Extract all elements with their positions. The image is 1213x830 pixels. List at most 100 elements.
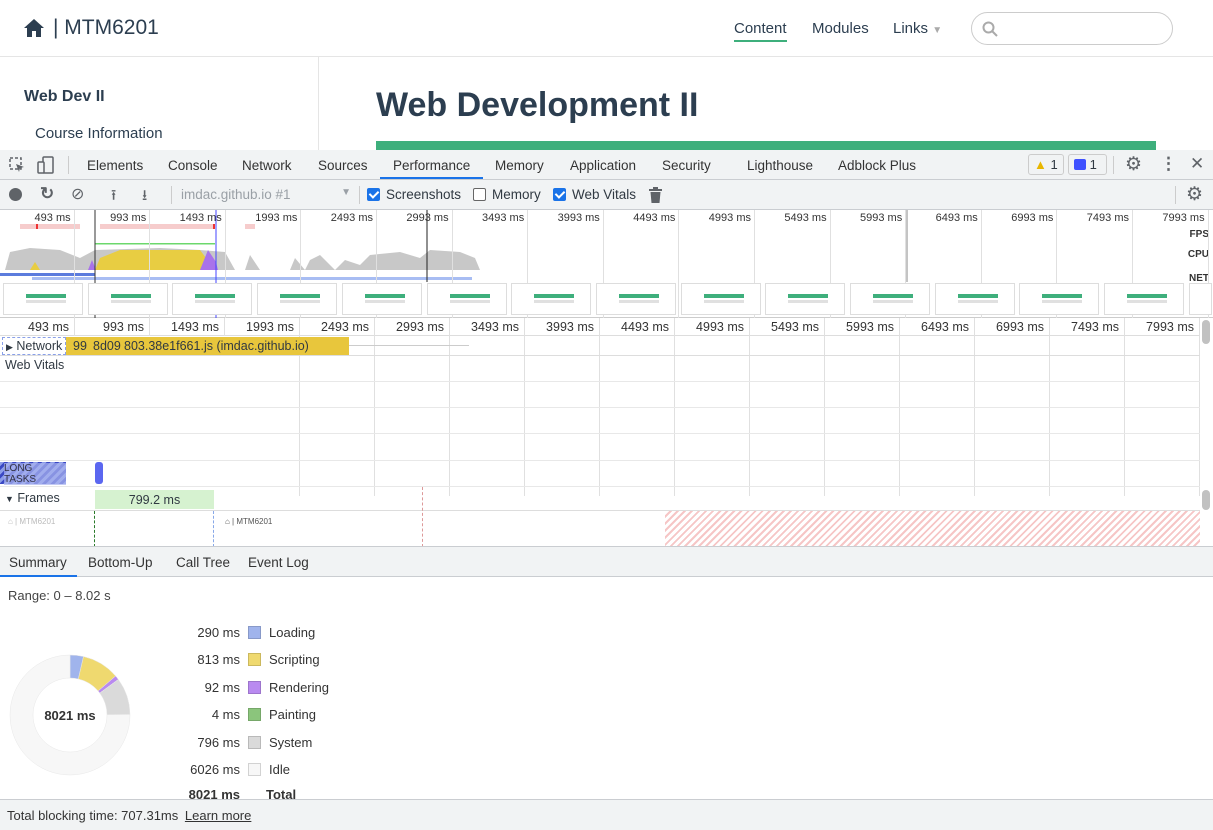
marker-line [422,487,423,547]
tab-security[interactable]: Security [662,158,711,173]
summary-value: 290 ms [197,624,240,640]
screenshot-thumbnail[interactable] [341,283,422,315]
nav-modules[interactable]: Modules [812,20,869,37]
frames-track-toggle[interactable]: ▼ Frames [5,491,60,505]
dropped-frames-area [665,511,1200,547]
settings-gear-icon[interactable]: ⚙ [1125,153,1142,176]
more-options-icon[interactable]: ⋮ [1160,154,1177,174]
device-toolbar-icon[interactable] [37,156,55,174]
ruler-tick-label: 6993 ms [996,320,1044,334]
tab-performance[interactable]: Performance [393,158,470,173]
screenshot-thumbnail[interactable] [511,283,592,315]
thumb-bar [364,294,405,298]
screenshot-thumbnail[interactable] [1019,283,1100,315]
summary-label: System [269,734,313,750]
flamechart-scrollbar[interactable] [1202,320,1210,344]
network-track-toggle[interactable]: ▶ Network [2,337,67,355]
details-tab-summary[interactable]: Summary [9,555,67,570]
screenshots-label: Screenshots [386,187,462,202]
screenshot-thumbnail[interactable] [87,283,168,315]
record-icon[interactable] [9,188,22,201]
screenshot-thumbnail[interactable] [595,283,676,315]
screenshot-thumbnail[interactable] [1104,283,1185,315]
network-track[interactable]: ▶ Network 99 8d09 803.38e1f661.js (imdac… [0,336,1200,356]
memory-checkbox[interactable]: Memory [473,187,541,202]
frames-track-label: Frames [17,491,60,505]
summary-legend-item: 4 ms Painting [0,705,316,725]
frame-thumb-text: ⌂ | MTM6201 [8,517,56,526]
nav-content[interactable]: Content [734,20,787,42]
download-icon[interactable]: ⭳ [142,185,147,210]
summary-legend-item: 92 ms Rendering [0,677,329,697]
screenshot-thumbnail[interactable] [680,283,761,315]
legend-swatch [248,680,261,694]
ruler-tick-label: 993 ms [103,320,144,334]
screenshot-thumbnail[interactable] [257,283,338,315]
web-vitals-checkbox[interactable]: Web Vitals [553,187,636,202]
tab-sources[interactable]: Sources [318,158,368,173]
thumb-bar [534,294,575,298]
thumb-bar [618,294,659,298]
screenshot-thumbnail[interactable] [850,283,930,315]
net-bar [32,277,472,280]
summary-total-value: 8021 ms [188,787,240,799]
ruler-tick-label: 1993 ms [246,320,294,334]
thumb-line [618,300,659,303]
details-tab-call-tree[interactable]: Call Tree [176,555,230,570]
overview-tick-label: 4493 ms [633,212,676,224]
nav-links[interactable]: Links ▼ [893,20,942,37]
search-input[interactable] [971,12,1173,45]
frames-scrollbar[interactable] [1202,490,1210,510]
screenshots-checkbox[interactable]: Screenshots [367,187,461,202]
divider [171,186,172,204]
clear-icon[interactable]: ⊘ [71,184,84,204]
long-tasks-bar[interactable]: LONG TASKS [0,462,66,485]
marker-line [213,511,214,547]
capture-settings-gear-icon[interactable]: ⚙ [1186,183,1203,206]
screenshot-thumbnail[interactable] [426,283,507,315]
timeline-overview[interactable]: FPS CPU NET 493 ms 993 ms 1493 ms 1993 ms 24… [0,210,1213,318]
details-tab-event-log[interactable]: Event Log [248,555,309,570]
tab-memory[interactable]: Memory [495,158,544,173]
dropdown-arrow-icon: ▼ [341,187,351,198]
long-task-marker[interactable] [95,462,103,484]
summary-label: Painting [269,707,316,722]
details-tab-bottom-up[interactable]: Bottom-Up [88,555,153,570]
screenshot-thumbnail[interactable] [934,283,1015,315]
reload-icon[interactable]: ↻ [40,184,54,204]
brand[interactable]: | MTM6201 [23,16,159,40]
sidebar-heading[interactable]: Web Dev II [24,88,105,106]
overview-tick-label: 3493 ms [482,212,525,224]
messages-badge[interactable]: 1 [1068,154,1107,175]
screenshot-thumbnail[interactable] [1188,283,1212,315]
tab-application[interactable]: Application [570,158,636,173]
tab-network[interactable]: Network [242,158,292,173]
thumb-line [280,300,321,303]
screenshot-thumbnail[interactable] [3,283,83,315]
summary-value: 813 ms [197,652,240,667]
screenshot-thumbnail[interactable] [765,283,846,315]
row-divider [0,433,1200,434]
collapse-triangle-icon: ▼ [5,494,14,504]
target-select[interactable]: imdac.github.io #1 ▼ [181,187,351,202]
inspect-element-icon[interactable] [9,157,25,173]
upload-icon[interactable]: ⭱ [111,185,116,210]
summary-legend-item: 813 ms Scripting [0,650,319,670]
frame-bar[interactable]: 799.2 ms [95,490,214,509]
learn-more-link[interactable]: Learn more [185,808,251,823]
tab-elements[interactable]: Elements [87,158,143,173]
thumb-bar [195,294,236,298]
tab-console[interactable]: Console [168,158,218,173]
sidebar: Web Dev II Course Information [0,57,319,150]
trash-icon[interactable] [649,187,662,203]
sidebar-item-course-information[interactable]: Course Information [35,125,163,142]
tab-lighthouse[interactable]: Lighthouse [747,158,813,173]
overview-tick-label: 1493 ms [179,212,222,224]
screenshot-thumbnail[interactable] [172,283,253,315]
warnings-badge[interactable]: ▲ 1 [1028,154,1064,175]
tab-adblock-plus[interactable]: Adblock Plus [838,158,916,173]
close-icon[interactable]: ✕ [1190,154,1204,174]
memory-label: Memory [492,187,541,202]
overview-tick-label: 493 ms [34,212,71,224]
title-underline [376,141,1156,150]
